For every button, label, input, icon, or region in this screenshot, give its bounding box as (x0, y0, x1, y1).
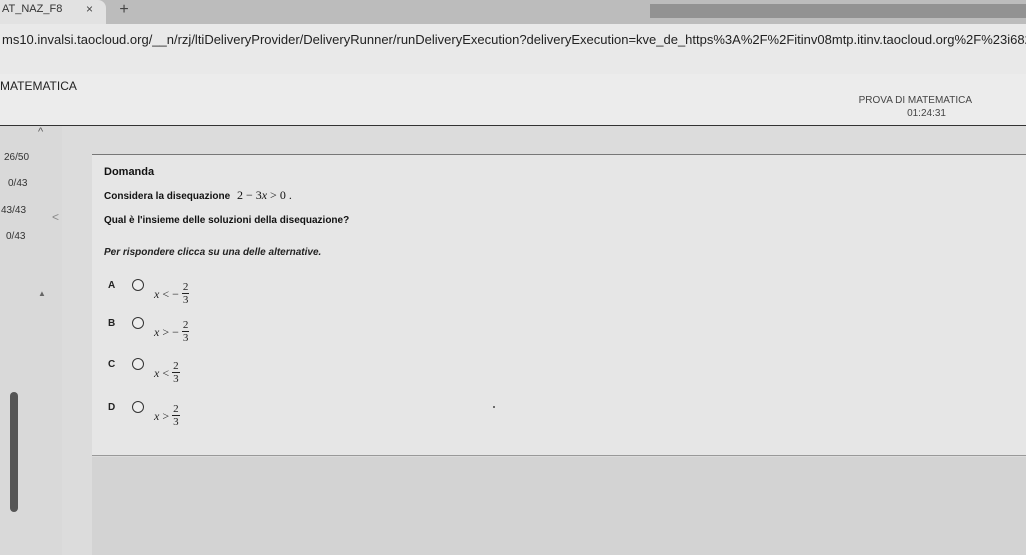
option-formula: x < −2 3 (154, 277, 190, 311)
option-relation: > (162, 408, 170, 423)
browser-tab[interactable]: AT_NAZ_F8 × (0, 0, 106, 24)
navigation-sidebar: ^ 26/50 0/43 43/43 0/43 < ▲ (0, 126, 62, 555)
inequality-lhs: 2 − 3 (236, 188, 262, 202)
panel-footer (92, 457, 1026, 555)
fraction-denominator: 3 (181, 293, 190, 306)
test-name: PROVA DI MATEMATICA (858, 95, 972, 106)
option-formula: x <2 3 (154, 356, 180, 390)
section-count[interactable]: 43/43 (1, 205, 26, 216)
option-var: x (154, 365, 160, 380)
fraction: 23 (181, 281, 190, 306)
option-d[interactable]: D x >2 3 (108, 399, 408, 435)
url-text[interactable]: ms10.invalsi.taocloud.org/__n/rzj/ltiDel… (2, 32, 1026, 47)
fraction: 23 (172, 361, 180, 385)
question-heading: Domanda (104, 166, 155, 178)
radio-button[interactable] (132, 401, 144, 413)
radio-button[interactable] (132, 358, 144, 370)
fraction: 23 (172, 404, 180, 428)
content-area: Domanda Considera la disequazione 2 − 3x… (62, 126, 1026, 555)
fraction-denominator: 3 (181, 331, 190, 344)
option-formula: x > −2 3 (154, 315, 190, 349)
option-letter: B (108, 318, 116, 329)
option-c[interactable]: C x <2 3 (108, 356, 408, 392)
instruction-text: Per rispondere clicca su una delle alter… (104, 247, 322, 258)
close-icon[interactable]: × (86, 2, 93, 16)
chevron-up-icon[interactable]: ^ (38, 126, 43, 138)
option-a[interactable]: A x < −2 3 (108, 277, 408, 313)
timer: 01:24:31 (907, 108, 946, 119)
option-letter: D (108, 402, 116, 413)
fraction: 23 (181, 319, 190, 344)
option-b[interactable]: B x > −2 3 (108, 315, 408, 351)
tab-title: AT_NAZ_F8 (2, 3, 63, 15)
option-relation: < − (162, 286, 179, 301)
fraction-numerator: 2 (182, 281, 189, 293)
fraction-numerator: 2 (173, 360, 179, 372)
question-line-1: Considera la disequazione (104, 191, 231, 202)
option-var: x (154, 286, 160, 301)
fraction-numerator: 2 (182, 319, 189, 331)
triangle-up-icon[interactable]: ▲ (38, 289, 46, 298)
radio-button[interactable] (132, 317, 144, 329)
tab-strip-shadow (650, 4, 1026, 18)
fraction-denominator: 3 (172, 372, 180, 385)
section-count[interactable]: 0/43 (8, 178, 27, 189)
new-tab-icon[interactable]: + (116, 1, 132, 19)
question-prompt: Qual è l'insieme delle soluzioni della d… (104, 215, 350, 226)
inequality-rhs: > 0 . (267, 188, 292, 202)
option-relation: < (162, 365, 170, 380)
question-panel: Domanda Considera la disequazione 2 − 3x… (92, 154, 1026, 456)
section-count[interactable]: 0/43 (6, 231, 25, 242)
fraction-denominator: 3 (172, 415, 180, 428)
chevron-left-icon[interactable]: < (52, 210, 59, 224)
option-formula: x >2 3 (154, 399, 180, 433)
option-var: x (154, 324, 160, 339)
browser-tab-strip: AT_NAZ_F8 × + (0, 0, 1026, 24)
app-header: MATEMATICA PROVA DI MATEMATICA 01:24:31 (0, 74, 1026, 126)
radio-button[interactable] (132, 279, 144, 291)
option-var: x (154, 408, 160, 423)
option-relation: > − (162, 324, 179, 339)
subject-title: MATEMATICA (0, 79, 77, 93)
scrollbar[interactable] (10, 392, 18, 512)
question-text: Considera la disequazione 2 − 3x > 0 . (104, 188, 292, 203)
option-letter: A (108, 280, 116, 291)
inequality: 2 − 3x > 0 . (237, 188, 292, 202)
option-letter: C (108, 359, 116, 370)
dot-mark (493, 406, 495, 408)
fraction-numerator: 2 (173, 403, 179, 415)
section-count[interactable]: 26/50 (4, 152, 29, 163)
